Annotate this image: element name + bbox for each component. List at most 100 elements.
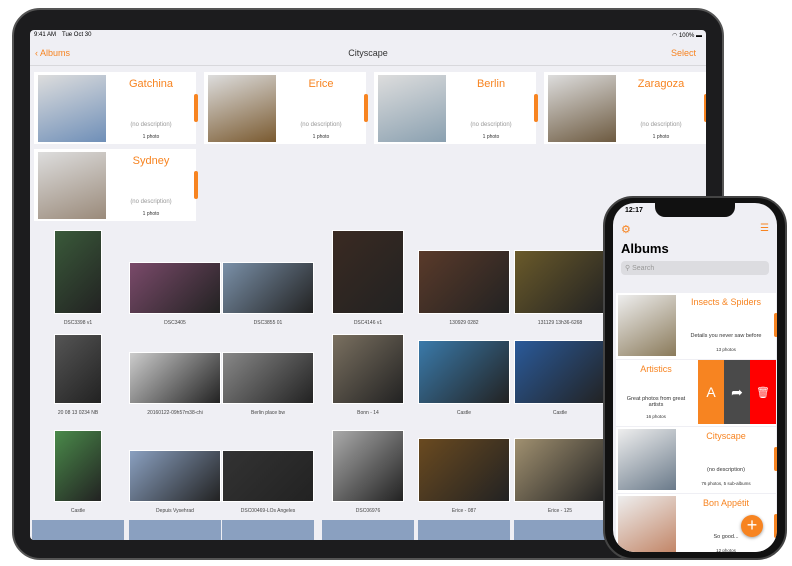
photo-label: DSC06976 (355, 508, 381, 514)
album-card[interactable]: Berlin (no description) 1 photo (374, 72, 538, 144)
photo-thumbnail[interactable] (514, 520, 606, 540)
album-count: 12 photos (716, 548, 736, 552)
settings-icon[interactable]: ⚙ (621, 223, 631, 236)
album-handle[interactable] (194, 171, 198, 199)
page-title: Cityscape (348, 48, 388, 58)
album-description: (no description) (640, 122, 682, 128)
album-handle[interactable] (704, 94, 706, 122)
photo-thumbnail[interactable] (418, 250, 510, 314)
photo-thumbnail[interactable] (222, 262, 314, 314)
album-thumbnail (618, 295, 676, 356)
photo-label: DSC3398 v1 (63, 320, 93, 326)
album-card[interactable]: Erice (no description) 1 photo (204, 72, 368, 144)
photo-thumbnail[interactable] (322, 520, 414, 540)
album-thumbnail (378, 75, 446, 142)
nav-bar: ‹ Albums Cityscape Select (30, 42, 706, 66)
album-thumbnail (38, 152, 106, 219)
photo-thumbnail[interactable] (514, 438, 606, 502)
album-title: Cityscape (706, 431, 746, 441)
album-handle[interactable] (774, 447, 777, 471)
album-row[interactable]: Artistics Great photos from great artist… (616, 360, 776, 426)
photo-thumbnail[interactable] (418, 340, 510, 404)
photo-thumbnail[interactable] (32, 520, 124, 540)
share-button[interactable]: ➦ (724, 360, 750, 424)
album-description: Great photos from great artists (626, 396, 686, 408)
album-title: Artistics (640, 364, 672, 374)
photo-label: 130929 0282 (449, 320, 479, 326)
album-title: Zaragoza (637, 78, 685, 90)
album-description: (no description) (470, 122, 512, 128)
album-handle[interactable] (364, 94, 368, 122)
ipad-time: 9:41 AM (34, 32, 57, 38)
iphone-screen: 12:17 ⚙ ☰ Albums ⚲ Search Insects & Spid… (613, 203, 777, 552)
photo-thumbnail[interactable] (418, 520, 510, 540)
album-description: (no description) (707, 467, 745, 473)
album-handle[interactable] (774, 514, 777, 538)
ipad-battery: ◠ 100% ▬ (672, 33, 702, 39)
delete-button[interactable]: 🗑 (750, 360, 776, 424)
album-description: Details you never saw before (690, 333, 762, 339)
album-count: 1 photo (312, 134, 330, 140)
photo-thumbnail[interactable] (222, 520, 314, 540)
add-album-button[interactable]: + (741, 515, 763, 537)
photo-thumbnail[interactable] (222, 352, 314, 404)
photo-thumbnail[interactable] (332, 430, 404, 502)
photo-label: Castle (552, 410, 568, 416)
album-row[interactable]: Cityscape (no description) 76 photos, 5 … (616, 427, 777, 493)
album-thumbnail (38, 75, 106, 142)
album-card[interactable]: Gatchina (no description) 1 photo (34, 72, 198, 144)
photo-label: DSC4146 v1 (353, 320, 383, 326)
album-handle[interactable] (534, 94, 538, 122)
rename-icon: A (706, 384, 716, 400)
album-card[interactable]: Sydney (no description) 1 photo (34, 149, 198, 221)
photo-label: Erice - 125 (547, 508, 573, 514)
rename-button[interactable]: A (698, 360, 724, 424)
album-description: (no description) (300, 122, 342, 128)
search-input[interactable]: ⚲ Search (621, 261, 769, 275)
photo-thumbnail[interactable] (129, 520, 221, 540)
photo-label: Bonn - 14 (357, 410, 379, 416)
photo-thumbnail[interactable] (514, 340, 606, 404)
album-title: Insects & Spiders (690, 297, 762, 307)
photo-thumbnail[interactable] (54, 334, 102, 404)
photo-label: DSC00469-LOs Angeles (240, 508, 296, 514)
photo-thumbnail[interactable] (129, 450, 221, 502)
album-title: Erice (308, 78, 334, 90)
iphone-time: 12:17 (625, 207, 643, 214)
album-count: 16 photos (646, 414, 666, 419)
album-handle[interactable] (194, 94, 198, 122)
album-handle[interactable] (774, 313, 777, 337)
album-title: Berlin (476, 78, 506, 90)
photo-thumbnail[interactable] (129, 352, 221, 404)
photo-thumbnail[interactable] (418, 438, 510, 502)
album-description: (no description) (130, 122, 172, 128)
album-count: 1 photo (482, 134, 500, 140)
photo-thumbnail[interactable] (332, 230, 404, 314)
albums-title: Albums (621, 241, 669, 256)
album-count: 1 photo (142, 134, 160, 140)
photo-thumbnail[interactable] (54, 430, 102, 502)
album-description: So good... (713, 534, 739, 540)
album-description: (no description) (130, 199, 172, 205)
list-icon[interactable]: ☰ (760, 223, 769, 234)
trash-icon: 🗑 (756, 386, 770, 399)
album-count: 1 photo (142, 211, 160, 217)
album-title: Bon Appétit (702, 498, 750, 508)
photo-thumbnail[interactable] (332, 334, 404, 404)
photo-label: DSC3855 01 (253, 320, 283, 326)
share-icon: ➦ (731, 383, 743, 400)
ipad-date: Tue Oct 30 (62, 32, 92, 38)
photo-thumbnail[interactable] (54, 230, 102, 314)
photo-thumbnail[interactable] (222, 450, 314, 502)
album-title: Sydney (132, 155, 170, 167)
photo-label: DSC3405 (164, 320, 186, 326)
select-button[interactable]: Select (671, 48, 696, 58)
album-row[interactable]: Insects & Spiders Details you never saw … (616, 293, 777, 359)
photo-thumbnail[interactable] (514, 250, 606, 314)
photo-label: Depuis Vysehrad (156, 508, 194, 514)
photo-label: 20160122-09h57m38-chi (147, 410, 203, 416)
album-count: 13 photos (716, 347, 736, 352)
photo-thumbnail[interactable] (129, 262, 221, 314)
album-card[interactable]: Zaragoza (no description) 1 photo (544, 72, 706, 144)
wifi-icon: ◠ (672, 33, 679, 39)
